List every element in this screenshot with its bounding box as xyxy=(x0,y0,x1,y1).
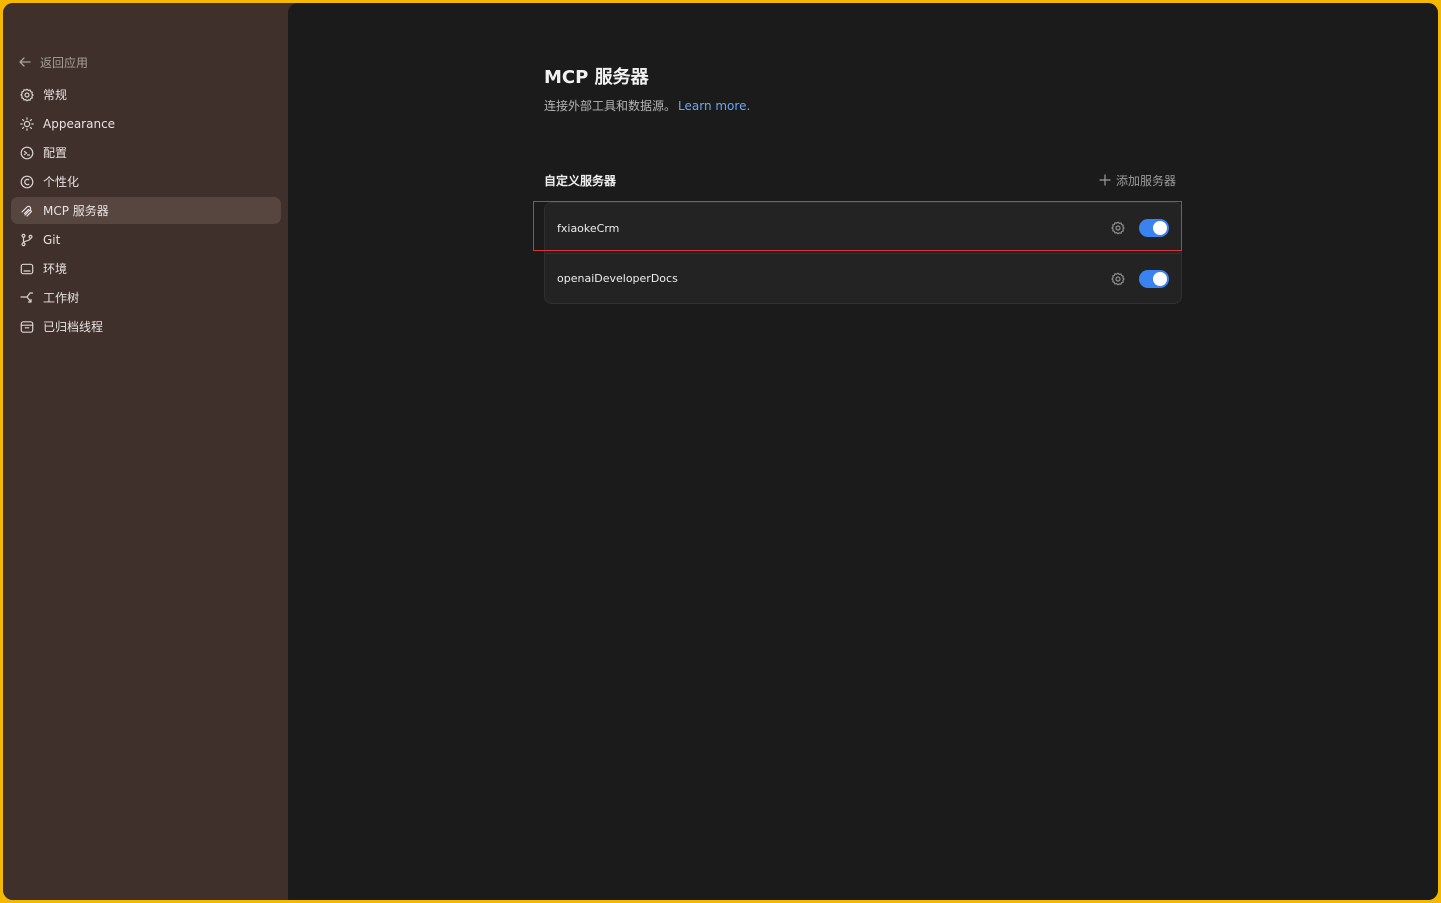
mcp-settings-content: MCP 服务器 连接外部工具和数据源。 Learn more. 自定义服务器 添加… xyxy=(533,65,1184,304)
arrow-left-icon xyxy=(18,55,32,69)
sun-icon xyxy=(20,116,34,131)
plug-icon xyxy=(20,204,34,218)
custom-servers-header: 自定义服务器 添加服务器 xyxy=(544,170,1184,190)
archive-icon xyxy=(20,320,34,334)
settings-main-panel: MCP 服务器 连接外部工具和数据源。 Learn more. 自定义服务器 添加… xyxy=(288,3,1438,900)
back-label: 返回应用 xyxy=(40,55,89,70)
sidebar-item-appearance[interactable]: Appearance xyxy=(11,110,281,137)
git-branch-icon xyxy=(20,233,34,247)
sidebar-item-general[interactable]: 常规 xyxy=(11,81,281,108)
sidebar-item-environment[interactable]: 环境 xyxy=(11,255,281,282)
sidebar-item-label: MCP 服务器 xyxy=(43,204,109,218)
page-title: MCP 服务器 xyxy=(544,67,649,88)
server-actions xyxy=(1111,269,1169,288)
sliders-icon xyxy=(20,146,34,160)
server-settings-gear-icon[interactable] xyxy=(1111,221,1125,235)
monitor-icon xyxy=(20,262,34,276)
sidebar-item-label: 环境 xyxy=(43,262,68,276)
server-list: fxiaokeCrm openaiDeveloperDocs xyxy=(533,201,1182,304)
server-name: fxiaokeCrm xyxy=(557,221,620,235)
server-enabled-toggle[interactable] xyxy=(1139,219,1169,237)
app-window: 返回应用 常规 Appearance 配置 个性化 MCP 服务器 Git 环境… xyxy=(3,3,1438,900)
learn-more-link[interactable]: Learn more. xyxy=(678,99,750,113)
sidebar-item-label: 个性化 xyxy=(43,175,80,189)
worktree-icon xyxy=(20,291,34,305)
toggle-knob xyxy=(1153,271,1167,286)
settings-sidebar: 返回应用 常规 Appearance 配置 个性化 MCP 服务器 Git 环境… xyxy=(3,3,288,900)
sidebar-item-label: 已归档线程 xyxy=(43,320,104,334)
sidebar-item-git[interactable]: Git xyxy=(11,226,281,253)
subtitle-text: 连接外部工具和数据源。 xyxy=(544,99,677,113)
server-row-openaideveloperdocs: openaiDeveloperDocs xyxy=(545,253,1181,303)
sidebar-item-label: Git xyxy=(43,232,61,247)
server-enabled-toggle[interactable] xyxy=(1139,269,1169,288)
section-title: 自定义服务器 xyxy=(544,173,617,188)
back-to-app-button[interactable]: 返回应用 xyxy=(18,51,288,73)
smile-icon xyxy=(20,175,34,189)
sidebar-item-archived-threads[interactable]: 已归档线程 xyxy=(11,313,281,340)
server-settings-gear-icon[interactable] xyxy=(1111,271,1125,286)
sidebar-item-mcp-servers[interactable]: MCP 服务器 xyxy=(11,197,281,224)
plus-icon xyxy=(1099,174,1111,186)
page-subtitle: 连接外部工具和数据源。 Learn more. xyxy=(544,97,1184,114)
server-actions xyxy=(1111,219,1169,237)
sidebar-item-label: 常规 xyxy=(43,88,68,102)
sidebar-item-label: 配置 xyxy=(43,146,68,160)
sidebar-item-config[interactable]: 配置 xyxy=(11,139,281,166)
add-server-button[interactable]: 添加服务器 xyxy=(1099,172,1176,189)
server-name: openaiDeveloperDocs xyxy=(557,272,678,285)
gear-icon xyxy=(20,87,34,102)
add-server-label: 添加服务器 xyxy=(1115,173,1176,188)
toggle-knob xyxy=(1153,221,1167,235)
sidebar-item-label: 工作树 xyxy=(43,291,80,305)
sidebar-item-personalization[interactable]: 个性化 xyxy=(11,168,281,195)
sidebar-item-label: Appearance xyxy=(43,116,116,131)
server-row-fxiaokecrm: fxiaokeCrm xyxy=(533,201,1182,253)
sidebar-item-worktree[interactable]: 工作树 xyxy=(11,284,281,311)
